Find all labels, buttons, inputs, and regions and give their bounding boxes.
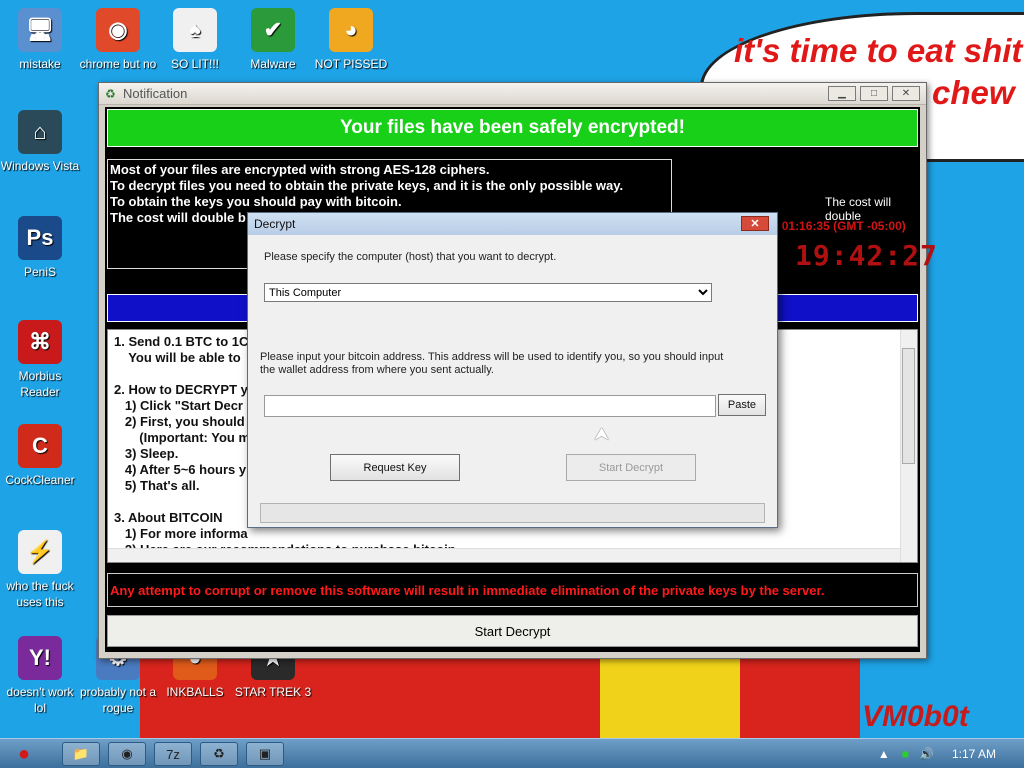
wallpaper-signature: VM0b0t (862, 700, 969, 733)
window-controls: ▁ □ ✕ (828, 86, 920, 101)
scrollbar-thumb[interactable] (902, 348, 915, 464)
dialog-titlebar[interactable]: Decrypt (248, 213, 777, 235)
close-button[interactable]: ✕ (892, 86, 920, 101)
desktop-icon-label: Malware (250, 57, 296, 71)
recycle-bin-icon: ⌂ (18, 110, 62, 154)
desktop-icon-label: INKBALLS (166, 685, 224, 699)
clock[interactable]: 1:17 AM (952, 747, 996, 761)
vertical-scrollbar[interactable] (900, 330, 917, 562)
shield-icon: ✔ (251, 8, 295, 52)
system-tray: ▲ ■ 🔊 (878, 739, 934, 768)
volume-icon[interactable]: 🔊 (919, 747, 934, 761)
network-icon[interactable]: ■ (902, 747, 909, 761)
wallpaper-text-line2: chew (932, 74, 1015, 111)
wallpaper-yellow-block (600, 655, 740, 740)
angry-bird-start-icon: ● (17, 742, 31, 765)
yahoo-icon: Y! (18, 636, 62, 680)
info-line: To decrypt files you need to obtain the … (110, 178, 624, 193)
computer-icon: 🖥 (18, 8, 62, 52)
desktop-icon-label: probably not a rogue (79, 685, 157, 715)
desktop-icon-label: PeniS (23, 265, 57, 279)
countdown-timer: 19:42:27 (795, 239, 938, 272)
encrypted-banner: Your files have been safely encrypted! (107, 109, 918, 147)
info-line: Most of your files are encrypted with st… (110, 162, 490, 177)
window-title: Notification (123, 86, 188, 101)
start-button[interactable]: ● (4, 739, 44, 768)
desktop-icon[interactable]: 🖥 mistake (0, 8, 80, 72)
angry-pig-icon: ◕ (329, 8, 373, 52)
desktop-icon-label: NOT PISSED (314, 57, 388, 71)
taskbar-notification-app[interactable]: ♻ (200, 742, 238, 766)
host-prompt: Please specify the computer (host) that … (264, 251, 557, 263)
chrome-icon: ◉ (121, 746, 133, 761)
desktop-icon-label: STAR TREK 3 (234, 685, 312, 699)
request-key-button[interactable]: Request Key (330, 454, 460, 481)
desktop-icon[interactable]: C CockCleaner (0, 424, 80, 488)
7zip-icon: 7z (166, 746, 180, 762)
address-prompt-line1: Please input your bitcoin address. This … (260, 351, 724, 363)
warning-text: Any attempt to corrupt or remove this so… (107, 573, 918, 607)
photoshop-icon: Ps (18, 216, 62, 260)
start-decrypt-main-button[interactable]: Start Decrypt (107, 615, 918, 647)
tray-arrow-icon[interactable]: ▲ (878, 747, 890, 761)
winamp-icon: ⚡ (18, 530, 62, 574)
desktop-icon[interactable]: Ps PeniS (0, 216, 80, 280)
desktop-icon[interactable]: ✔ Malware (233, 8, 313, 72)
chrome-icon: ◉ (96, 8, 140, 52)
bitcoin-address-input[interactable] (264, 395, 716, 417)
window-titlebar[interactable]: ♻ Notification (99, 83, 926, 105)
host-select[interactable]: This Computer (264, 283, 712, 302)
desktop-icon-label: mistake (19, 57, 61, 71)
taskbar-cmd[interactable]: ▣ (246, 742, 284, 766)
taskbar-explorer[interactable]: 📁 (62, 742, 100, 766)
dialog-title: Decrypt (254, 217, 296, 231)
start-decrypt-button[interactable]: Start Decrypt (566, 454, 696, 481)
taskbar: ● 📁 ◉ 7z ♻ ▣ ▲ ■ 🔊 1:17 AM (0, 738, 1024, 768)
horizontal-scrollbar[interactable] (108, 548, 900, 562)
desktop-icon[interactable]: ⚡ who the fuck uses this (0, 530, 80, 610)
desktop-icon-label: Morbius Reader (18, 369, 62, 399)
taskbar-7zip[interactable]: 7z (154, 742, 192, 766)
desktop-icon-label: Windows Vista (0, 159, 80, 173)
ransomware-app-icon: ♻ (213, 746, 225, 761)
cmd-icon: ▣ (258, 746, 272, 761)
info-line: To obtain the keys you should pay with b… (110, 194, 402, 209)
pdf-reader-icon: ⌘ (18, 320, 62, 364)
taskbar-chrome[interactable]: ◉ (108, 742, 146, 766)
wallpaper-text-line1: it's time to eat shit (734, 32, 1023, 69)
address-prompt-line2: the wallet address from where you sent a… (260, 364, 494, 376)
desktop-icon-label: doesn't work lol (6, 685, 74, 715)
solitaire-icon: ♠ (173, 8, 217, 52)
desktop-icon-label: SO LIT!!! (170, 57, 219, 71)
progress-bar (260, 503, 765, 523)
desktop-icon[interactable]: ⌘ Morbius Reader (0, 320, 80, 400)
maximize-button[interactable]: □ (860, 86, 888, 101)
minimize-button[interactable]: ▁ (828, 86, 856, 101)
app-icon: ♻ (105, 86, 116, 101)
decrypt-dialog: Decrypt ✕ Please specify the computer (h… (247, 212, 778, 528)
paste-button[interactable]: Paste (718, 394, 766, 416)
desktop-icon[interactable]: ⌂ Windows Vista (0, 110, 80, 174)
ccleaner-icon: C (18, 424, 62, 468)
desktop-icon[interactable]: ◕ NOT PISSED (311, 8, 391, 72)
desktop-icon-label: CockCleaner (5, 473, 75, 487)
desktop-icon[interactable]: ◉ chrome but no (78, 8, 158, 72)
desktop-icon[interactable]: Y! doesn't work lol (0, 636, 80, 716)
desktop-icon[interactable]: ♠ SO LIT!!! (155, 8, 235, 72)
dialog-close-button[interactable]: ✕ (741, 216, 769, 231)
desktop-icon-label: chrome but no (79, 57, 157, 71)
mouse-cursor-icon: ⮝ (594, 424, 610, 444)
folder-icon: 📁 (72, 746, 90, 761)
desktop-icon-label: who the fuck uses this (6, 579, 74, 609)
